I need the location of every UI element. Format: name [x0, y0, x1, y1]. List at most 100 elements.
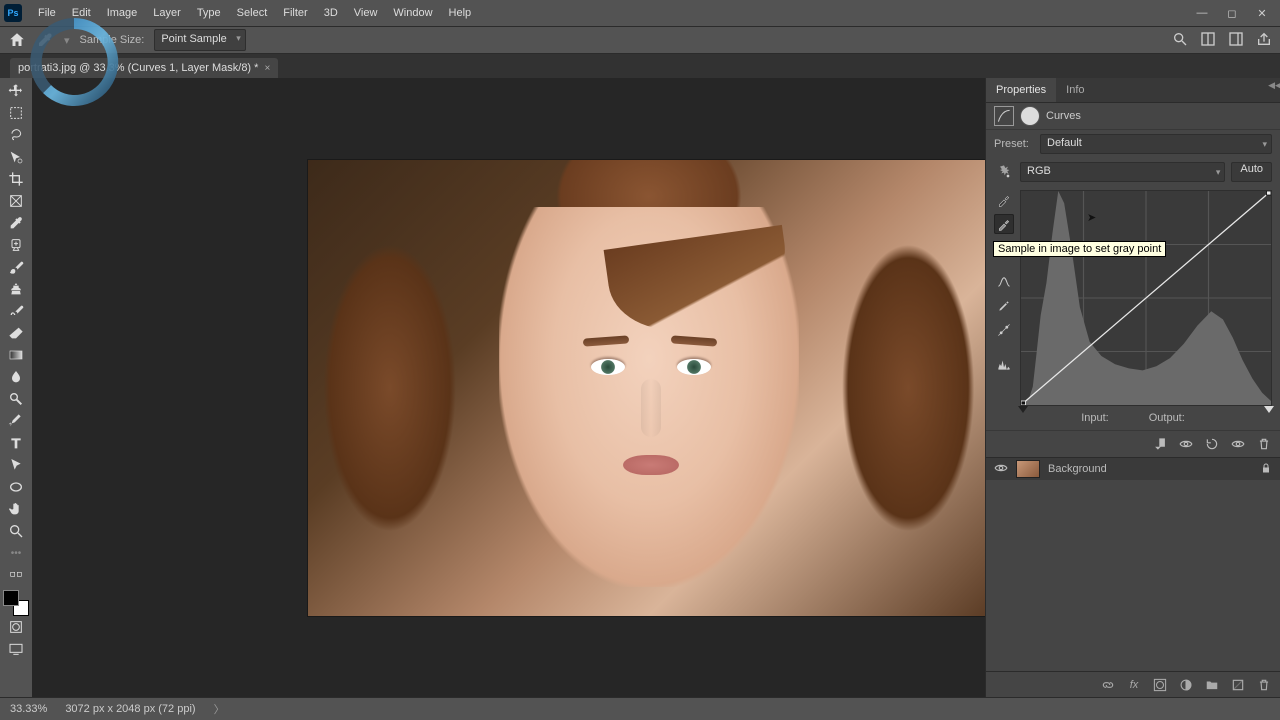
toolbox: •••: [0, 78, 32, 698]
status-more-icon[interactable]: 〉: [214, 701, 225, 717]
adjustment-name: Curves: [1046, 110, 1081, 122]
group-icon[interactable]: [1204, 677, 1220, 693]
view-previous-icon[interactable]: [1178, 436, 1194, 452]
window-minimize-button[interactable]: —: [1194, 5, 1210, 21]
path-select-tool[interactable]: [2, 454, 30, 476]
targeted-adjustment-icon[interactable]: [994, 162, 1014, 182]
document-tab-close-icon[interactable]: ×: [264, 63, 270, 74]
search-icon[interactable]: [1172, 31, 1188, 50]
edit-toolbar[interactable]: [2, 564, 30, 586]
edit-points-icon[interactable]: [994, 320, 1014, 340]
pen-tool[interactable]: [2, 410, 30, 432]
type-tool[interactable]: [2, 432, 30, 454]
app-logo: Ps: [4, 4, 22, 22]
link-layers-icon[interactable]: [1100, 677, 1116, 693]
black-point-eyedropper[interactable]: [994, 190, 1014, 210]
curves-graph[interactable]: ➤ Sample in image to set gray point: [1020, 190, 1272, 406]
layers-footer: fx: [986, 671, 1280, 698]
toggle-visibility-icon[interactable]: [1230, 436, 1246, 452]
share-icon[interactable]: [1256, 31, 1272, 50]
histogram-clip-icon[interactable]: [994, 354, 1014, 374]
sample-size-label: Sample Size:: [80, 34, 145, 46]
screen-mode-toggle[interactable]: [2, 638, 30, 660]
document-tab[interactable]: portrati3.jpg @ 33.3% (Curves 1, Layer M…: [10, 58, 278, 78]
quick-select-tool[interactable]: [2, 146, 30, 168]
eyedropper-tool[interactable]: [2, 212, 30, 234]
menu-select[interactable]: Select: [229, 0, 276, 26]
zoom-tool[interactable]: [2, 520, 30, 542]
layer-style-icon[interactable]: fx: [1126, 677, 1142, 693]
clone-stamp-tool[interactable]: [2, 278, 30, 300]
workspace-select-icon[interactable]: [1228, 31, 1244, 50]
zoom-level[interactable]: 33.33%: [10, 703, 47, 715]
pencil-curve-icon[interactable]: [994, 296, 1014, 316]
sample-size-select[interactable]: Point Sample: [154, 29, 245, 51]
canvas[interactable]: [32, 78, 985, 698]
gradient-tool[interactable]: [2, 344, 30, 366]
clip-to-layer-icon[interactable]: [1152, 436, 1168, 452]
lasso-tool[interactable]: [2, 124, 30, 146]
input-label: Input:: [1081, 412, 1109, 424]
menu-edit[interactable]: Edit: [64, 0, 99, 26]
black-slider[interactable]: [1018, 406, 1028, 413]
toolbox-more[interactable]: •••: [2, 542, 30, 564]
window-close-button[interactable]: ✕: [1254, 5, 1270, 21]
preset-select[interactable]: Default: [1040, 134, 1272, 154]
menu-image[interactable]: Image: [99, 0, 146, 26]
blur-tool[interactable]: [2, 366, 30, 388]
menu-layer[interactable]: Layer: [145, 0, 189, 26]
preset-label: Preset:: [994, 138, 1034, 150]
frame-tool[interactable]: [2, 190, 30, 212]
foreground-background-colors[interactable]: [3, 590, 29, 616]
window-restore-button[interactable]: ◻: [1224, 5, 1240, 21]
adjustment-layer-icon[interactable]: [1178, 677, 1194, 693]
properties-footer: [986, 430, 1280, 457]
menu-3d[interactable]: 3D: [316, 0, 346, 26]
eyedropper-icon[interactable]: [36, 31, 54, 49]
healing-brush-tool[interactable]: [2, 234, 30, 256]
marquee-tool[interactable]: [2, 102, 30, 124]
status-bar: 33.33% 3072 px x 2048 px (72 ppi) 〉: [0, 697, 1280, 720]
document-tab-strip: portrati3.jpg @ 33.3% (Curves 1, Layer M…: [0, 54, 1280, 78]
output-label: Output:: [1149, 412, 1185, 424]
dodge-tool[interactable]: [2, 388, 30, 410]
menu-bar: Ps File Edit Image Layer Type Select Fil…: [0, 0, 1280, 27]
menu-file[interactable]: File: [30, 0, 64, 26]
panel-collapse-icon[interactable]: ◀◀: [1269, 78, 1280, 92]
properties-tab[interactable]: Properties: [986, 78, 1056, 102]
reset-icon[interactable]: [1204, 436, 1220, 452]
add-mask-icon[interactable]: [1152, 677, 1168, 693]
info-tab[interactable]: Info: [1056, 78, 1094, 102]
document-tab-title: portrati3.jpg @ 33.3% (Curves 1, Layer M…: [18, 62, 258, 74]
history-brush-tool[interactable]: [2, 300, 30, 322]
quick-mask-toggle[interactable]: [2, 616, 30, 638]
properties-panel: ◀◀ Properties Info Curves Preset: Defaul…: [985, 78, 1280, 698]
delete-adjustment-icon[interactable]: [1256, 436, 1272, 452]
white-slider[interactable]: [1264, 406, 1274, 413]
document-dimensions: 3072 px x 2048 px (72 ppi): [65, 703, 195, 715]
arrange-documents-icon[interactable]: [1200, 31, 1216, 50]
layer-row[interactable]: Background: [986, 457, 1280, 480]
layer-visibility-icon[interactable]: [994, 461, 1008, 478]
channel-select[interactable]: RGB: [1020, 162, 1225, 182]
move-tool[interactable]: [2, 80, 30, 102]
eraser-tool[interactable]: [2, 322, 30, 344]
menu-filter[interactable]: Filter: [275, 0, 315, 26]
shape-tool[interactable]: [2, 476, 30, 498]
menu-help[interactable]: Help: [441, 0, 480, 26]
auto-button[interactable]: Auto: [1231, 162, 1272, 182]
menu-window[interactable]: Window: [385, 0, 440, 26]
smooth-curve-icon[interactable]: [994, 272, 1014, 292]
delete-layer-icon[interactable]: [1256, 677, 1272, 693]
gray-point-eyedropper[interactable]: [994, 214, 1014, 234]
layer-mask-icon[interactable]: [1020, 106, 1040, 126]
hand-tool[interactable]: [2, 498, 30, 520]
menu-type[interactable]: Type: [189, 0, 229, 26]
crop-tool[interactable]: [2, 168, 30, 190]
home-icon[interactable]: [8, 31, 26, 49]
menu-view[interactable]: View: [346, 0, 386, 26]
curves-adjustment-icon: [994, 106, 1014, 126]
layer-lock-icon[interactable]: [1260, 462, 1272, 477]
new-layer-icon[interactable]: [1230, 677, 1246, 693]
brush-tool[interactable]: [2, 256, 30, 278]
